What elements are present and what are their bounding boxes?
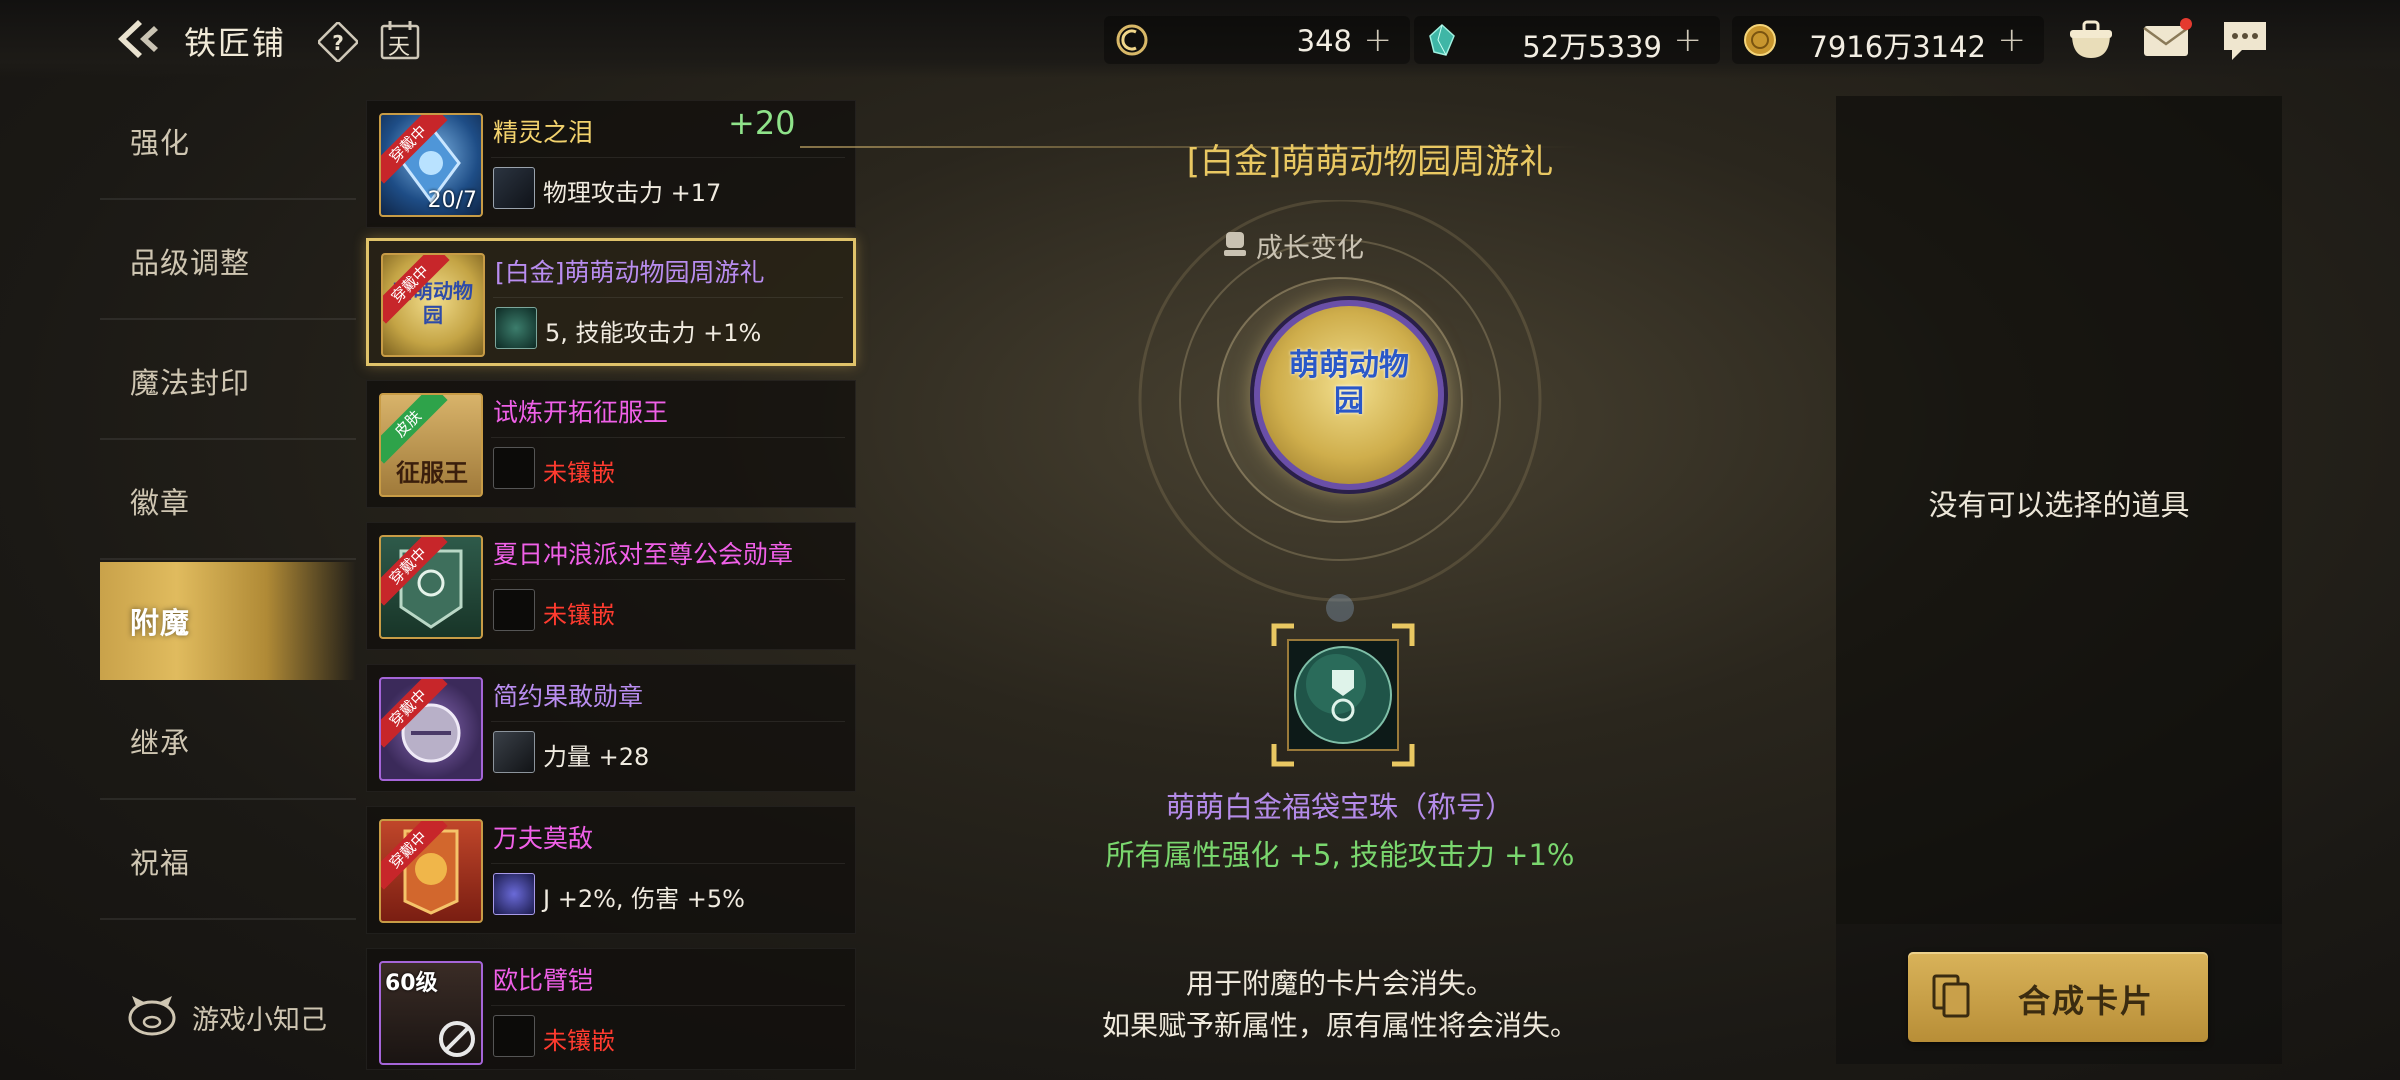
currency-gem: 52万5339 + [1414, 16, 1720, 64]
add-currency-button[interactable]: + [1998, 20, 2027, 60]
mail-icon[interactable] [2140, 14, 2194, 64]
tips-label: 游戏小知己 [192, 1005, 327, 1036]
pig-mascot-icon [128, 996, 176, 1036]
growth-change-label[interactable]: 成长变化 [1224, 226, 1364, 265]
gold-coin-icon [1744, 24, 1776, 56]
empty-card-slot [493, 447, 535, 489]
tab-enchant[interactable]: 附魔 [100, 562, 356, 680]
tab-label: 继承 [130, 726, 191, 760]
card-slot-icon [495, 307, 537, 349]
item-name: 欧比臂铠 [493, 966, 594, 995]
item-thumbnail: 穿戴中 [379, 819, 483, 923]
equipment-list-item-selected[interactable]: 萌萌动物园 穿戴中 [白金]萌萌动物园周游礼 5, 技能攻击力 +1% [366, 238, 856, 366]
item-name: 夏日冲浪派对至尊公会勋章 [493, 540, 794, 569]
item-attribute: 物理攻击力 +17 [543, 179, 722, 207]
item-name: 试炼开拓征服王 [493, 398, 669, 427]
enhance-level-text: +20 [728, 104, 796, 142]
crest-coin-icon [1116, 24, 1148, 56]
tab-label: 魔法封印 [130, 366, 251, 400]
currency-value: 7916万3142 [1809, 30, 1986, 64]
empty-card-slot [493, 589, 535, 631]
warning-note: 如果赋予新属性，原有属性将会消失。 [1101, 1009, 1578, 1042]
item-name: 简约果敢勋章 [493, 682, 644, 711]
item-thumbnail: 60级 [379, 961, 483, 1065]
tab-label: 品级调整 [130, 246, 251, 280]
item-thumbnail: 穿戴中 [379, 677, 483, 781]
tab-label: 徽章 [130, 486, 191, 520]
item-attribute: 未镶嵌 [543, 1027, 615, 1055]
currency-crest: 348 + [1104, 16, 1410, 64]
add-currency-button[interactable]: + [1674, 20, 1703, 60]
tab-label: 强化 [130, 126, 191, 160]
svg-text:?: ? [332, 31, 344, 55]
effect-name: 萌萌白金福袋宝珠（称号） [1165, 790, 1514, 824]
add-currency-button[interactable]: + [1364, 20, 1393, 60]
equipment-list-item[interactable]: 征服王 皮肤 试炼开拓征服王 未镶嵌 [366, 380, 856, 508]
tab-emblem[interactable]: 徽章 [100, 442, 356, 560]
equipment-list-item[interactable]: 穿戴中 简约果敢勋章 力量 +28 [366, 664, 856, 792]
inventory-bag-icon[interactable] [2064, 14, 2118, 64]
help-icon[interactable]: ? [316, 20, 360, 64]
currency-value: 52万5339 [1522, 30, 1662, 64]
item-thumbnail: 穿戴中 20/7 [379, 113, 483, 217]
fist-icon [1224, 232, 1246, 256]
item-name: 万夫莫敌 [493, 824, 594, 853]
tab-blessing[interactable]: 祝福 [100, 802, 356, 920]
item-attribute: J +2%, 伤害 +5% [543, 885, 745, 913]
tab-grade-adjust[interactable]: 品级调整 [100, 202, 356, 320]
tab-enhance[interactable]: 强化 [100, 82, 356, 200]
empty-state-text: 没有可以选择的道具 [1928, 488, 2190, 522]
equipment-list-item[interactable]: 穿戴中 夏日冲浪派对至尊公会勋章 未镶嵌 [366, 522, 856, 650]
unusable-icon [439, 1021, 475, 1057]
teal-gem-icon [1429, 23, 1455, 56]
card-slot-icon [493, 873, 535, 915]
equipment-list-item[interactable]: 穿戴中 万夫莫敌 J +2%, 伤害 +5% [366, 806, 856, 934]
warning-note: 用于附魔的卡片会消失。 [1185, 967, 1494, 1000]
equipment-list-item[interactable]: 60级 欧比臂铠 未镶嵌 [366, 948, 856, 1070]
item-attribute: 未镶嵌 [543, 459, 615, 487]
tab-magic-seal[interactable]: 魔法封印 [100, 322, 356, 440]
card-slot-icon [493, 731, 535, 773]
item-attribute: 力量 +28 [543, 743, 650, 771]
synthesize-label: 合成卡片 [2018, 982, 2155, 1020]
tab-label: 祝福 [130, 846, 191, 880]
back-arrow-icon[interactable] [112, 16, 168, 62]
card-selection-panel: 没有可以选择的道具 [1836, 96, 2282, 924]
item-name: 精灵之泪 [493, 118, 594, 147]
item-attribute: 未镶嵌 [543, 601, 615, 629]
medallion-caption: 萌萌动物园 [1289, 348, 1409, 419]
item-medallion: 萌萌动物园 [1254, 300, 1444, 490]
currency-gold: 7916万3142 + [1732, 16, 2044, 64]
cards-icon [1932, 974, 1970, 1018]
selected-item-title: [白金]萌萌动物园周游礼 [1186, 142, 1554, 182]
synthesize-card-button[interactable]: 合成卡片 [1908, 952, 2208, 1042]
tab-inherit[interactable]: 继承 [100, 682, 356, 800]
item-thumbnail: 萌萌动物园 穿戴中 [381, 253, 485, 357]
item-thumbnail: 穿戴中 [379, 535, 483, 639]
item-thumbnail: 征服王 皮肤 [379, 393, 483, 497]
thumb-caption: 征服王 [396, 459, 468, 487]
enchant-card-slot[interactable] [1270, 622, 1416, 768]
item-name: [白金]萌萌动物园周游礼 [495, 258, 765, 287]
calendar-icon[interactable]: 天 [378, 18, 422, 62]
currency-value: 348 [1296, 24, 1352, 58]
page-title: 铁匠铺 [184, 24, 287, 62]
tab-label: 附魔 [130, 606, 191, 640]
effect-value: 所有属性强化 +5, 技能攻击力 +1% [1105, 838, 1575, 872]
growth-text: 成长变化 [1256, 233, 1364, 264]
card-slot-icon [493, 167, 535, 209]
empty-card-slot [493, 1015, 535, 1057]
item-attribute: 5, 技能攻击力 +1% [545, 319, 762, 347]
chat-icon[interactable] [2218, 14, 2272, 64]
thumb-caption: 20/7 [427, 188, 477, 213]
calendar-glyph: 天 [388, 35, 411, 60]
